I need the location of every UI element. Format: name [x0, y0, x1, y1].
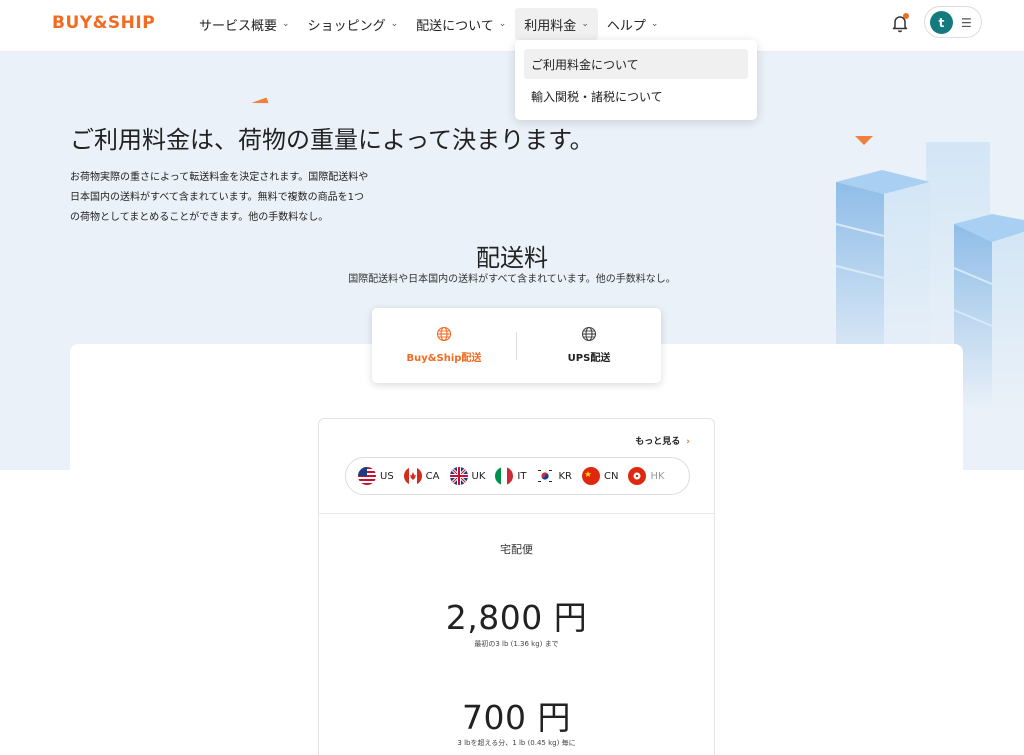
hero-description-line: 日本国内の送料がすべて含まれています。無料で複数の商品を1つ — [70, 192, 364, 203]
divider — [319, 513, 714, 514]
chevron-down-icon: ⌄ — [390, 19, 399, 29]
see-more-link[interactable]: もっと見る › — [635, 434, 690, 447]
nav-shopping[interactable]: ショッピング ⌄ — [299, 8, 408, 40]
chevron-down-icon: ⌄ — [498, 19, 507, 29]
pricing-dropdown-menu: ご利用料金について 輸入関税・諸税について — [515, 40, 757, 120]
nav-label: ヘルプ — [606, 18, 646, 34]
decorative-triangle — [251, 97, 269, 109]
country-uk[interactable]: UK — [449, 467, 486, 485]
chevron-down-icon: ⌄ — [581, 19, 589, 29]
hamburger-menu-icon: ☰ — [961, 16, 972, 30]
country-it[interactable]: IT — [495, 467, 526, 485]
country-us[interactable]: US — [358, 467, 394, 485]
tab-ups-delivery[interactable]: UPS配送 — [517, 308, 661, 383]
avatar: t — [930, 11, 953, 34]
see-more-label: もっと見る — [635, 437, 681, 447]
notification-dot — [903, 13, 909, 19]
user-menu-button[interactable]: t ☰ — [924, 6, 982, 38]
hero-description-line: お荷物実際の重さによって転送料金を決定されます。国際配送料や — [70, 172, 369, 183]
first-weight-note: 最初の3 lb (1.36 kg) まで — [474, 640, 559, 648]
menu-item-import-duties[interactable]: 輸入関税・諸税について — [524, 81, 748, 111]
hero-description-line: の荷物としてまとめることができます。他の手数料なし。 — [70, 212, 329, 223]
brand-logo[interactable]: BUY&SHIP — [52, 13, 155, 33]
nav-label: 配送について — [416, 18, 494, 34]
country-code: US — [380, 470, 394, 482]
nav-label: サービス概要 — [199, 18, 278, 34]
rates-card: もっと見る › US CA UK IT KR CN HK 宅配便 2,800 円… — [318, 418, 715, 755]
additional-weight-price: 700 円 — [462, 698, 571, 737]
globe-icon — [436, 326, 452, 342]
country-kr[interactable]: KR — [536, 467, 572, 485]
globe-icon — [581, 326, 597, 342]
additional-weight-note: 3 lbを超える分、1 lb (0.45 kg) 毎に — [457, 739, 576, 747]
first-weight-price: 2,800 円 — [445, 598, 588, 637]
country-code: CN — [603, 470, 619, 482]
country-selector: US CA UK IT KR CN HK — [345, 457, 690, 495]
country-hk[interactable]: HK — [628, 467, 665, 485]
country-cn[interactable]: CN — [581, 467, 619, 485]
hk-flag-icon — [628, 467, 647, 485]
section-subtitle: 国際配送料や日本国内の送料がすべて含まれています。他の手数料なし。 — [348, 274, 676, 285]
uk-flag-icon — [449, 467, 468, 485]
ca-flag-icon — [403, 467, 422, 485]
us-flag-icon — [358, 467, 376, 485]
chevron-down-icon: ⌄ — [650, 19, 659, 29]
country-code: HK — [650, 470, 665, 482]
notification-bell-icon[interactable] — [889, 12, 911, 34]
menu-item-pricing-info[interactable]: ご利用料金について — [524, 49, 748, 79]
tab-buyship-delivery[interactable]: Buy&Ship配送 — [372, 308, 516, 383]
hero-description: お荷物実際の重さによって転送料金を決定されます。国際配送料や 日本国内の送料がす… — [70, 168, 410, 228]
cn-flag-icon — [581, 467, 600, 485]
country-code: KR — [558, 470, 572, 482]
nav-pricing[interactable]: 利用料金 ⌄ — [515, 8, 598, 40]
top-header: BUY&SHIP サービス概要 ⌄ ショッピング ⌄ 配送について ⌄ 利用料金 ⌄ ヘ… — [0, 0, 1024, 52]
nav-service-overview[interactable]: サービス概要 ⌄ — [190, 8, 299, 40]
nav-label: 利用料金 — [524, 18, 577, 34]
it-flag-icon — [495, 467, 514, 485]
chevron-right-icon: › — [686, 437, 690, 447]
nav-help[interactable]: ヘルプ ⌄ — [598, 8, 668, 40]
chevron-down-icon: ⌄ — [282, 19, 290, 29]
tab-label: UPS配送 — [567, 353, 611, 364]
main-nav: サービス概要 ⌄ ショッピング ⌄ 配送について ⌄ 利用料金 ⌄ ヘルプ ⌄ — [190, 8, 667, 40]
service-type: 宅配便 — [500, 543, 533, 556]
shipping-method-tabs: Buy&Ship配送 UPS配送 — [372, 308, 661, 383]
nav-label: ショッピング — [307, 18, 386, 34]
hero-title: ご利用料金は、荷物の重量によって決まります。 — [70, 126, 594, 154]
tab-label: Buy&Ship配送 — [406, 353, 482, 364]
nav-delivery[interactable]: 配送について ⌄ — [407, 8, 515, 40]
country-code: IT — [517, 470, 527, 482]
section-title: 配送料 — [476, 244, 548, 272]
kr-flag-icon — [536, 467, 555, 485]
country-code: UK — [471, 470, 486, 482]
country-code: CA — [425, 470, 440, 482]
country-ca[interactable]: CA — [403, 467, 440, 485]
